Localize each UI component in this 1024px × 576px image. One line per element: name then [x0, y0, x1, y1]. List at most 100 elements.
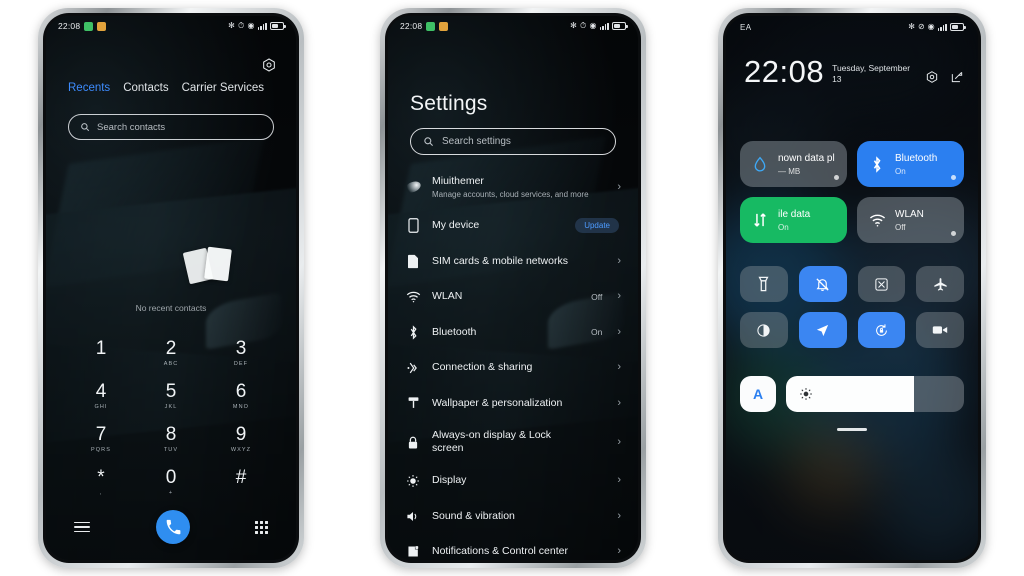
- brightness-slider[interactable]: [786, 376, 964, 412]
- flashlight-toggle[interactable]: [740, 266, 788, 302]
- settings-item-wallpaper[interactable]: Wallpaper & personalization ›: [388, 386, 638, 422]
- settings-item-wlan[interactable]: WLAN Off ›: [388, 279, 638, 315]
- settings-item-connection-sharing[interactable]: Connection & sharing ›: [388, 350, 638, 386]
- tab-carrier-services[interactable]: Carrier Services: [182, 82, 264, 94]
- tab-recents[interactable]: Recents: [68, 82, 110, 94]
- page-title: Settings: [410, 92, 488, 115]
- dial-digit: 9: [235, 424, 247, 445]
- dial-key[interactable]: *,: [66, 463, 136, 500]
- dial-key[interactable]: 8 TUV: [136, 420, 206, 457]
- chevron-right-icon: ›: [617, 435, 621, 448]
- settings-item-bluetooth[interactable]: Bluetooth On ›: [388, 315, 638, 351]
- rotation-lock-toggle[interactable]: [857, 312, 906, 348]
- tile-title: nown data pl: [778, 152, 835, 164]
- wifi-icon: [868, 214, 886, 227]
- sound-icon: [405, 510, 421, 523]
- lock-icon: [405, 435, 421, 450]
- settings-item-notifications[interactable]: Notifications & Control center ›: [388, 534, 638, 560]
- tile-text: ile data On: [778, 209, 810, 232]
- tile-subtitle: — MB: [778, 166, 801, 176]
- chevron-right-icon: ›: [617, 361, 621, 374]
- drag-handle[interactable]: [837, 428, 867, 431]
- phone1-screen: 22:08 ✻ ⏱ ◉ Recents Contacts Carrier Ser…: [46, 16, 296, 560]
- settings-item-sound[interactable]: Sound & vibration ›: [388, 499, 638, 535]
- settings-item-title: WLAN: [432, 290, 463, 303]
- dial-key[interactable]: 1: [66, 334, 136, 371]
- wallpaper-icon: [405, 396, 421, 410]
- search-icon: [423, 136, 434, 147]
- bluetooth-icon: [405, 325, 421, 340]
- dial-digit: 6: [235, 381, 247, 402]
- settings-item-subtitle: Manage accounts, cloud services, and mor…: [432, 189, 589, 199]
- settings-item-value: Off: [591, 291, 603, 302]
- chevron-right-icon: ›: [617, 254, 621, 267]
- app-chip-icon: [439, 21, 449, 31]
- dial-key[interactable]: 5 JKL: [136, 377, 206, 414]
- dark-mode-toggle[interactable]: [740, 312, 788, 348]
- flashlight-icon: [758, 276, 769, 292]
- airplane-toggle[interactable]: [916, 266, 964, 302]
- dial-key[interactable]: 7 PQRS: [66, 420, 136, 457]
- battery-icon: [270, 22, 286, 30]
- settings-item-title: Display: [432, 474, 467, 487]
- edit-icon[interactable]: [950, 70, 964, 84]
- dial-key[interactable]: 9 WXYZ: [206, 420, 276, 457]
- location-toggle[interactable]: [798, 312, 847, 348]
- tile-wlan[interactable]: WLAN Off: [857, 197, 964, 243]
- keypad-icon[interactable]: [255, 520, 268, 534]
- bell-mute-icon: [815, 277, 830, 292]
- dial-key[interactable]: 6 MNO: [206, 377, 276, 414]
- tile-mobile-data[interactable]: ile data On: [740, 197, 847, 243]
- tab-contacts[interactable]: Contacts: [123, 82, 168, 94]
- silent-toggle[interactable]: [798, 266, 847, 302]
- tile-text: WLAN Off: [895, 209, 924, 232]
- settings-item-title: Miuithemer: [432, 174, 484, 187]
- settings-gear-icon[interactable]: [925, 70, 939, 84]
- dial-digit: 4: [95, 381, 107, 402]
- sun-icon: [799, 387, 813, 401]
- search-settings-input[interactable]: Search settings: [410, 128, 616, 155]
- settings-item-lockscreen[interactable]: Always-on display & Lock screen ›: [388, 421, 638, 463]
- screenshot-toggle[interactable]: [857, 266, 906, 302]
- settings-item-text: WLAN: [432, 290, 580, 303]
- brightness-icon: [405, 474, 421, 488]
- contrast-icon: [756, 323, 771, 338]
- dnd-icon: ◉: [589, 21, 597, 30]
- carrier-label: EA: [740, 22, 752, 32]
- dial-key[interactable]: 0 +: [136, 463, 206, 500]
- status-bar-right: ✻ ⏱ ◉: [570, 21, 628, 30]
- screen-recorder-toggle[interactable]: [916, 312, 964, 348]
- settings-item-text: My device: [432, 219, 564, 232]
- dial-key[interactable]: 4 GHI: [66, 377, 136, 414]
- menu-icon[interactable]: [74, 521, 90, 533]
- clock-time: 22:08: [744, 54, 825, 89]
- tile-title: Bluetooth: [895, 152, 938, 164]
- tile-data-usage[interactable]: nown data pl — MB: [740, 141, 847, 187]
- settings-item-title: Notifications & Control center: [432, 545, 568, 558]
- settings-gear-icon[interactable]: [260, 56, 278, 74]
- settings-item-title: Sound & vibration: [432, 509, 515, 522]
- update-badge[interactable]: Update: [575, 218, 619, 234]
- dial-digit: *: [97, 467, 105, 488]
- settings-item-sim[interactable]: SIM cards & mobile networks ›: [388, 244, 638, 280]
- settings-item-display[interactable]: Display ›: [388, 463, 638, 499]
- settings-item-my-device[interactable]: My device Update: [388, 208, 638, 244]
- tile-title: ile data: [778, 208, 811, 220]
- status-bar: 22:08 ✻ ⏱ ◉: [388, 16, 638, 36]
- settings-item-account[interactable]: Miuithemer Manage accounts, cloud servic…: [388, 166, 638, 208]
- auto-brightness-button[interactable]: A: [740, 376, 776, 412]
- tile-bluetooth[interactable]: Bluetooth On: [857, 141, 964, 187]
- status-time: 22:08: [400, 21, 423, 31]
- empty-recents-label: No recent contacts: [135, 303, 207, 313]
- call-button[interactable]: [155, 510, 190, 544]
- tile-indicator-dot: [951, 231, 956, 236]
- dial-key[interactable]: 2 ABC: [136, 334, 206, 371]
- phone2-screen: 22:08 ✻ ⏱ ◉ Settings Search settings Miu…: [388, 16, 638, 560]
- control-center-toggles: [740, 266, 964, 348]
- dial-key[interactable]: 3 DEF: [206, 334, 276, 371]
- phone-chip-icon: [84, 21, 94, 31]
- dial-digit: 0: [165, 467, 177, 488]
- dial-key[interactable]: #: [206, 463, 276, 500]
- dialer-tabs: Recents Contacts Carrier Services: [46, 82, 296, 94]
- search-contacts-input[interactable]: Search contacts: [68, 114, 274, 140]
